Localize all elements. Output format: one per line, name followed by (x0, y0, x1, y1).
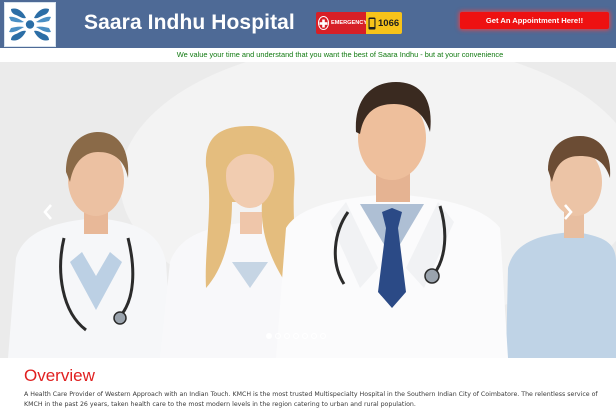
site-title[interactable]: Saara Indhu Hospital (84, 11, 295, 35)
carousel-indicator-dot[interactable] (266, 333, 272, 339)
overview-text: A Health Care Provider of Western Approa… (24, 391, 598, 408)
carousel-prev-button[interactable] (40, 202, 56, 222)
hands-circle-logo-icon[interactable] (4, 2, 56, 47)
emergency-cross-icon (318, 16, 329, 30)
carousel-next-button[interactable] (560, 202, 576, 222)
doctors-team-image (0, 62, 616, 358)
emergency-label: EMERGENCY (331, 20, 368, 26)
chevron-left-icon (43, 204, 52, 220)
hero-carousel[interactable] (0, 62, 616, 358)
carousel-indicator-dot[interactable] (284, 333, 290, 339)
overview-title: Overview (24, 366, 95, 385)
carousel-indicator-dot[interactable] (293, 333, 299, 339)
tagline: We value your time and understand that y… (176, 50, 504, 59)
carousel-indicators (266, 333, 326, 340)
emergency-label-box: EMERGENCY (316, 12, 368, 34)
emergency-badge[interactable]: EMERGENCY 1066 (316, 12, 402, 34)
carousel-indicator-dot[interactable] (275, 333, 281, 339)
emergency-number-box: 1066 (366, 12, 402, 34)
site-header: Saara Indhu Hospital EMERGENCY 1066 Get … (0, 0, 616, 48)
emergency-number: 1066 (378, 17, 400, 29)
carousel-indicator-dot[interactable] (302, 333, 308, 339)
chevron-right-icon (564, 204, 573, 220)
phone-icon (368, 17, 376, 29)
get-appointment-button[interactable]: Get An Appointment Here!! (460, 12, 609, 29)
carousel-indicator-dot[interactable] (320, 333, 326, 339)
carousel-indicator-dot[interactable] (311, 333, 317, 339)
